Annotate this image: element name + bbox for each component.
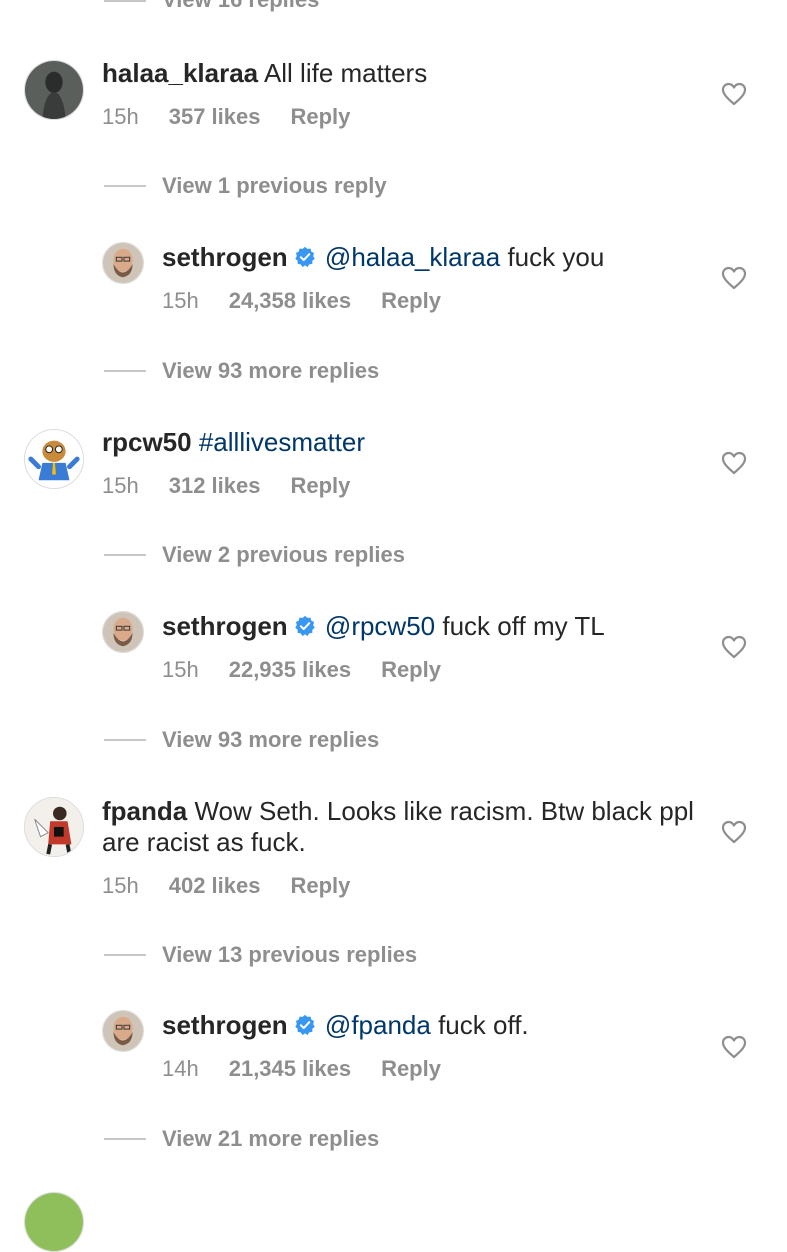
heart-icon[interactable] bbox=[721, 820, 747, 844]
username[interactable]: sethrogen bbox=[162, 1010, 288, 1040]
timestamp: 15h bbox=[102, 473, 139, 498]
heart-icon[interactable] bbox=[721, 82, 747, 106]
avatar[interactable] bbox=[102, 1010, 144, 1052]
reply-meta: 15h 24,358 likes Reply bbox=[162, 287, 471, 315]
avatar[interactable] bbox=[24, 429, 84, 489]
reply-button[interactable]: Reply bbox=[290, 873, 350, 898]
reply-body: fuck you bbox=[507, 242, 605, 272]
comment-meta: 15h 357 likes Reply bbox=[102, 103, 380, 131]
person-photo-icon bbox=[25, 61, 83, 119]
timestamp: 14h bbox=[162, 1056, 199, 1081]
mention-link[interactable]: @fpanda bbox=[325, 1010, 431, 1040]
likes-count[interactable]: 312 likes bbox=[169, 473, 261, 498]
view-more-replies-link[interactable]: View 93 more replies bbox=[162, 357, 379, 385]
view-previous-replies-link[interactable]: View 2 previous replies bbox=[162, 541, 405, 569]
avatar[interactable] bbox=[24, 60, 84, 120]
avatar[interactable] bbox=[24, 797, 84, 857]
comment-text: halaa_klaraa All life matters bbox=[102, 58, 692, 89]
reply-divider bbox=[104, 739, 146, 741]
likes-count[interactable]: 22,935 likes bbox=[229, 657, 351, 682]
cartoon-gopher-icon bbox=[25, 430, 83, 488]
view-more-replies-link[interactable]: View 21 more replies bbox=[162, 1125, 379, 1153]
hockey-player-icon bbox=[25, 798, 83, 856]
username[interactable]: sethrogen bbox=[162, 611, 288, 641]
timestamp: 15h bbox=[102, 104, 139, 129]
bearded-man-photo-icon bbox=[103, 612, 143, 652]
reply-button[interactable]: Reply bbox=[290, 104, 350, 129]
reply-text: sethrogen @rpcw50 fuck off my TL bbox=[162, 611, 702, 642]
comment-text: rpcw50 #alllivesmatter bbox=[102, 427, 692, 458]
reply-divider bbox=[104, 370, 146, 372]
timestamp: 15h bbox=[162, 657, 199, 682]
avatar[interactable] bbox=[102, 611, 144, 653]
timestamp: 15h bbox=[102, 873, 139, 898]
heart-icon[interactable] bbox=[721, 635, 747, 659]
reply-meta: 14h 21,345 likes Reply bbox=[162, 1055, 471, 1083]
reply-text: sethrogen @fpanda fuck off. bbox=[162, 1010, 702, 1041]
heart-icon[interactable] bbox=[721, 266, 747, 290]
reply-button[interactable]: Reply bbox=[381, 657, 441, 682]
reply-divider bbox=[104, 954, 146, 956]
comment-text: fpanda Wow Seth. Looks like racism. Btw … bbox=[102, 796, 702, 858]
reply-button[interactable]: Reply bbox=[290, 473, 350, 498]
verified-badge-icon bbox=[294, 246, 315, 268]
profile-photo-icon bbox=[25, 1193, 83, 1251]
reply-button[interactable]: Reply bbox=[381, 288, 441, 313]
reply-body: fuck off my TL bbox=[442, 611, 605, 641]
avatar[interactable] bbox=[24, 1192, 84, 1252]
reply-divider bbox=[104, 185, 146, 187]
view-previous-replies-link[interactable]: View 1 previous reply bbox=[162, 172, 387, 200]
username[interactable]: fpanda bbox=[102, 796, 187, 826]
hashtag-link[interactable]: #alllivesmatter bbox=[199, 427, 365, 457]
username[interactable]: sethrogen bbox=[162, 242, 288, 272]
username[interactable]: halaa_klaraa bbox=[102, 58, 258, 88]
comment-body: All life matters bbox=[263, 58, 428, 88]
bearded-man-photo-icon bbox=[103, 243, 143, 283]
verified-badge-icon bbox=[294, 615, 315, 637]
reply-text: sethrogen @halaa_klaraa fuck you bbox=[162, 242, 702, 273]
heart-icon[interactable] bbox=[721, 451, 747, 475]
heart-icon[interactable] bbox=[721, 1035, 747, 1059]
avatar[interactable] bbox=[102, 242, 144, 284]
comment-body: Wow Seth. Looks like racism. Btw black p… bbox=[102, 796, 694, 857]
timestamp: 15h bbox=[162, 288, 199, 313]
view-previous-replies-link[interactable]: View 13 previous replies bbox=[162, 941, 417, 969]
reply-button[interactable]: Reply bbox=[381, 1056, 441, 1081]
bearded-man-photo-icon bbox=[103, 1011, 143, 1051]
mention-link[interactable]: @rpcw50 bbox=[325, 611, 435, 641]
likes-count[interactable]: 402 likes bbox=[169, 873, 261, 898]
mention-link[interactable]: @halaa_klaraa bbox=[325, 242, 500, 272]
reply-divider bbox=[104, 554, 146, 556]
comment-meta: 15h 402 likes Reply bbox=[102, 872, 380, 900]
reply-divider bbox=[104, 1138, 146, 1140]
comment-meta: 15h 312 likes Reply bbox=[102, 472, 380, 500]
reply-meta: 15h 22,935 likes Reply bbox=[162, 656, 471, 684]
verified-badge-icon bbox=[294, 1014, 315, 1036]
likes-count[interactable]: 357 likes bbox=[169, 104, 261, 129]
likes-count[interactable]: 21,345 likes bbox=[229, 1056, 351, 1081]
reply-body: fuck off. bbox=[438, 1010, 529, 1040]
username[interactable]: rpcw50 bbox=[102, 427, 192, 457]
reply-divider bbox=[104, 0, 146, 2]
view-more-replies-link[interactable]: View 93 more replies bbox=[162, 726, 379, 754]
likes-count[interactable]: 24,358 likes bbox=[229, 288, 351, 313]
view-replies-link[interactable]: View 16 replies bbox=[162, 0, 319, 14]
